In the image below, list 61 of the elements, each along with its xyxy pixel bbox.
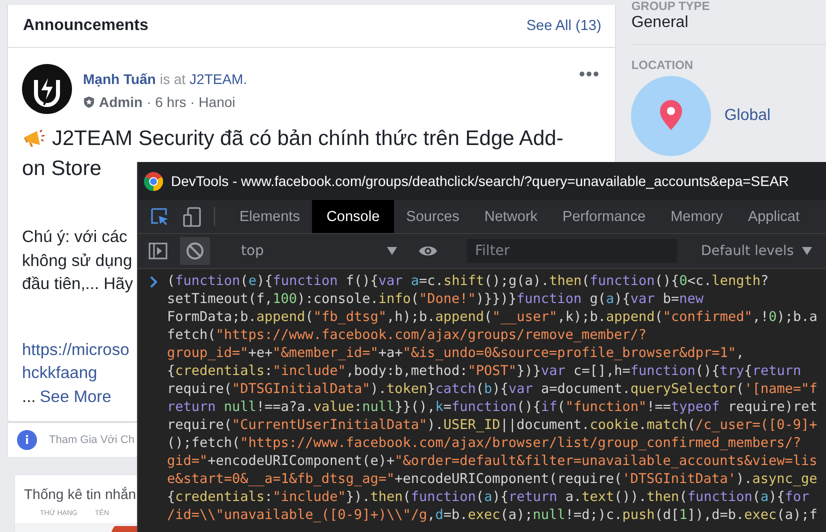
role-label: Admin: [99, 94, 143, 110]
code-line: gid="+encodeURIComponent(e)+"&order=default&filter=unavailable_accounts&view=lis: [167, 452, 818, 470]
code-line: require("DTSGInitialData").token}catch(b){var a=document.querySelector('[name="f: [167, 380, 818, 398]
location-link[interactable]: Global: [724, 107, 771, 125]
shield-icon: [83, 96, 95, 108]
code-line: require("CurrentUserInitialData").USER_ID||document.cookie.match(/c_user=([0-9]+: [167, 416, 818, 434]
avatar-icon[interactable]: [22, 64, 72, 114]
panel-tab[interactable]: Elements: [227, 200, 312, 233]
location-pin-icon: [631, 76, 712, 156]
code-line: fetch("https://www.facebook.com/ajax/groups/remove_member/?: [167, 326, 648, 344]
chrome-icon: [144, 172, 163, 190]
panel-tab[interactable]: Memory: [658, 200, 736, 233]
sidebar-toggle-icon[interactable]: [148, 241, 168, 261]
code-line: {credentials:"include"}).then(function(a){return a.text()).then(function(a){for: [167, 488, 810, 506]
caret-icon: [802, 247, 812, 255]
levels-dropdown[interactable]: Default levels: [695, 242, 818, 260]
see-more-link[interactable]: See More: [40, 386, 112, 409]
place-link[interactable]: J2TEAM.: [190, 70, 248, 86]
post-link[interactable]: https://microso: [22, 338, 130, 362]
section-label: LOCATION: [631, 58, 694, 72]
panel-tab[interactable]: Network: [472, 200, 550, 233]
code-line: (function(e){function f(){var a=c.shift();g(a).then(function(){0<c.length?: [167, 272, 770, 290]
section-label: GROUP TYPE: [631, 0, 711, 12]
author-link[interactable]: Mạnh Tuấn: [83, 70, 156, 86]
code-line: {credentials:"include",body:b,method:"POST"})}var c=[],h=function(){try{return: [167, 362, 802, 380]
inspect-icon[interactable]: [150, 206, 170, 226]
post-meta: · 6 hrs · Hanoi: [146, 94, 236, 110]
stats-title: Thống kê tin nhắn: [24, 486, 136, 502]
post-title-text: on Store: [22, 157, 102, 181]
panel-tab[interactable]: Applicat: [735, 200, 812, 233]
section-title: Announcements: [23, 17, 148, 35]
clear-console-button[interactable]: [180, 237, 210, 265]
panel-tab[interactable]: Sources: [394, 200, 472, 233]
post-text: đầu tiên,... Hãy: [22, 274, 133, 295]
code-line: group_id="+e+"&member_id="+a+"&is_undo=0&source=profile_browser&dpr=1",: [167, 344, 746, 362]
code-line: /id=\\"unavailable_([0-9]+)\\"/g,d=b.exec(a);null!=d;)c.push(d[1]),d=b.exec(a);f: [167, 506, 818, 524]
context-dropdown[interactable]: top: [235, 243, 405, 259]
filter-field[interactable]: Filter: [467, 239, 677, 263]
caret-icon: [387, 247, 397, 255]
post-title-text: J2TEAM Security đã có bản chính thức trên Edge Add-: [52, 127, 564, 151]
post-text: không sử dụng: [22, 250, 132, 272]
checkin-text: is at: [160, 70, 186, 86]
device-icon[interactable]: [182, 206, 202, 226]
panel-tab[interactable]: Performance: [550, 200, 658, 233]
code-line: FormData;b.append("fb_dtsg",h);b.append("__user",k);b.append("confirmed",!0);b.a: [167, 308, 818, 326]
code-line: return null!==a?a.value:null}}(),k=function(){if("function"!==typeof require)ret: [167, 398, 818, 416]
code-line: setTimeout(f,100):console.info("Done!")}})}function g(a){var b=new: [167, 290, 705, 308]
code-line: e&start=0&__a=1&fb_dtsg_ag="+encodeURIComponent(require('DTSGInitData').async_ge: [167, 470, 818, 488]
panel-tab[interactable]: Console: [312, 200, 394, 233]
join-text: Tham Gia Với Ch: [49, 434, 134, 446]
group-type-value: General: [631, 14, 690, 32]
window-title: DevTools - www.facebook.com/groups/deathclick/search/?query=unavailable_accounts&epa=SEAR: [171, 173, 789, 189]
see-all-link[interactable]: See All (13): [526, 18, 602, 34]
post-link[interactable]: hckkfaang: [22, 362, 98, 386]
post-text: Chú ý: với các: [22, 227, 128, 248]
more-icon[interactable]: [579, 71, 600, 77]
block-icon: [185, 241, 205, 261]
prompt-icon: [150, 276, 158, 288]
code-line: ();fetch("https://www.facebook.com/ajax/browser/list/group_confirmed_members/?: [167, 434, 802, 452]
info-icon: [17, 430, 37, 450]
ellipsis-text: ...: [22, 386, 36, 408]
